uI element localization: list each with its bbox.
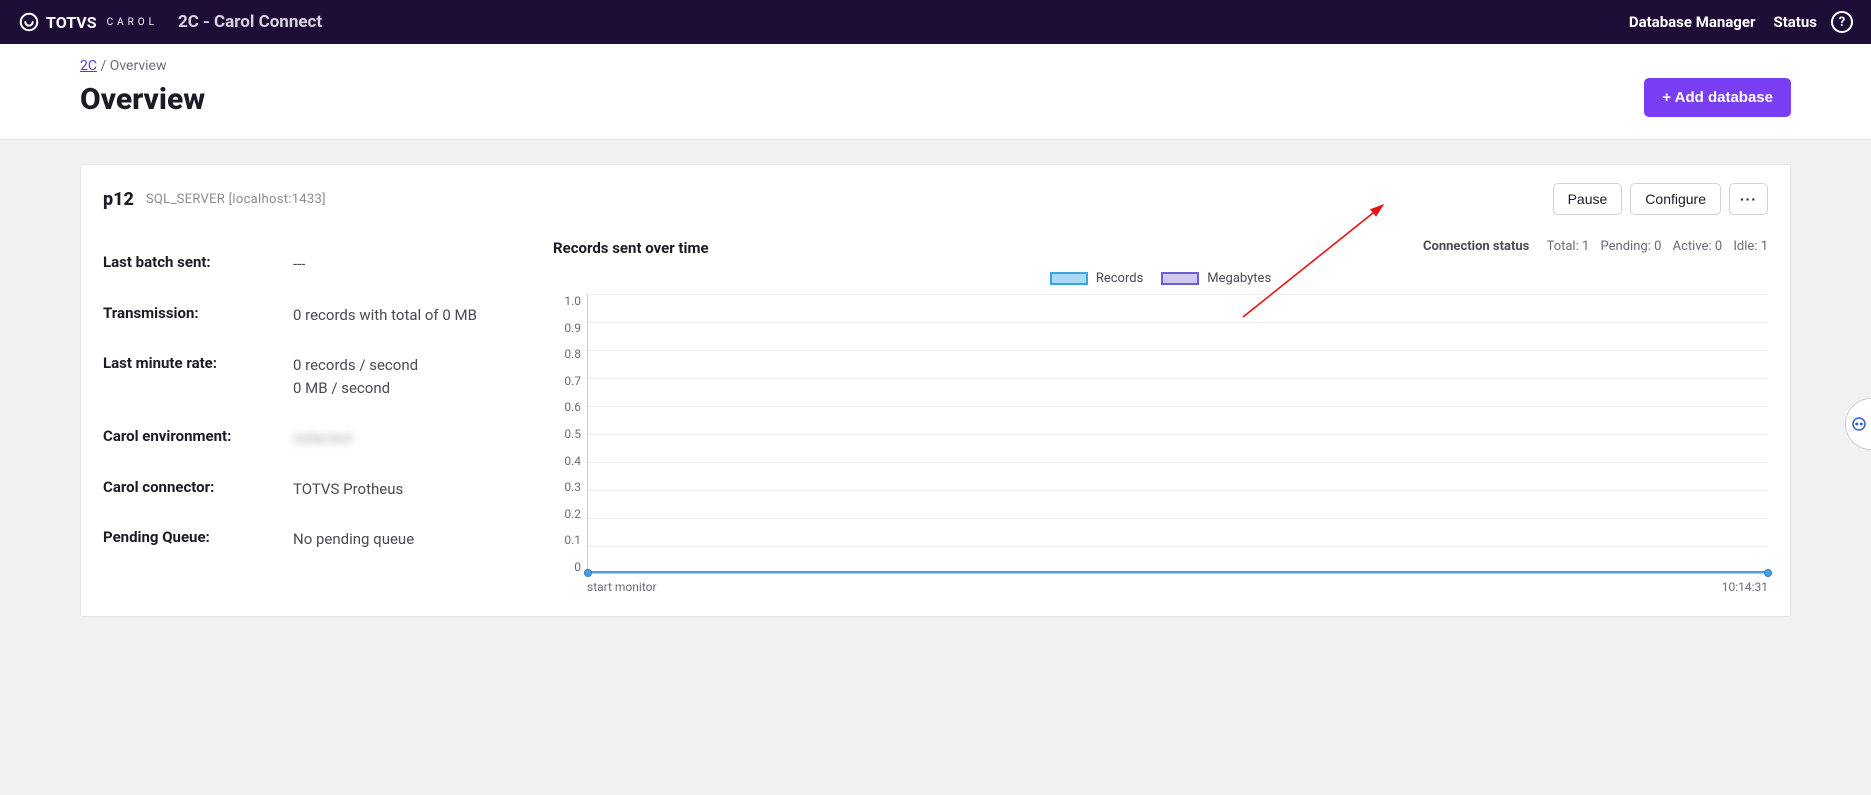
stat-value: TOTVS Protheus — [293, 478, 403, 501]
grid-line — [588, 462, 1768, 463]
y-tick: 0.1 — [553, 533, 581, 547]
x-tick-start: start monitor — [587, 580, 657, 594]
breadcrumb: 2C / Overview — [80, 58, 1791, 74]
point-start — [584, 569, 592, 577]
y-tick: 1.0 — [553, 294, 581, 308]
plot-wrap: 1.0 0.9 0.8 0.7 0.6 0.5 0.4 0.3 0.2 0.1 0 — [553, 294, 1768, 574]
page-title: Overview — [80, 82, 1791, 117]
nav-status[interactable]: Status — [1773, 13, 1817, 31]
y-axis: 1.0 0.9 0.8 0.7 0.6 0.5 0.4 0.3 0.2 0.1 0 — [553, 294, 587, 574]
y-tick: 0.5 — [553, 427, 581, 441]
point-end — [1764, 569, 1772, 577]
grid-line — [588, 322, 1768, 323]
stats-column: Last batch sent: --- Transmission: 0 rec… — [103, 239, 553, 594]
stat-value: No pending queue — [293, 528, 414, 551]
env-blurred-value: redacted — [293, 429, 352, 447]
conn-total: Total: 1 — [1547, 239, 1590, 254]
content-container: p12 SQL_SERVER [localhost:1433] Pause Co… — [0, 140, 1871, 657]
grid-line — [588, 490, 1768, 491]
conn-status-label: Connection status — [1423, 239, 1529, 254]
stat-last-batch: Last batch sent: --- — [103, 239, 533, 290]
line-records — [588, 571, 1768, 573]
y-tick: 0.2 — [553, 507, 581, 521]
app-title: 2C - Carol Connect — [178, 12, 322, 32]
more-actions-button[interactable]: ··· — [1729, 183, 1768, 215]
nav-database-manager[interactable]: Database Manager — [1629, 13, 1756, 31]
grid-line — [588, 406, 1768, 407]
brand-text: TOTVS — [46, 13, 97, 32]
stat-value-line2: 0 MB / second — [293, 377, 418, 400]
brand-logo[interactable]: TOTVS CAROL — [18, 11, 158, 33]
y-tick: 0.8 — [553, 347, 581, 361]
grid-line — [588, 518, 1768, 519]
stat-value: --- — [293, 253, 305, 276]
stat-label: Carol connector: — [103, 478, 293, 501]
legend-megabytes[interactable]: Megabytes — [1161, 271, 1271, 286]
stat-pending-queue: Pending Queue: No pending queue — [103, 514, 533, 565]
legend-records[interactable]: Records — [1050, 271, 1143, 286]
stat-carol-environment: Carol environment: redacted — [103, 413, 533, 464]
stat-label: Last batch sent: — [103, 253, 293, 276]
database-card: p12 SQL_SERVER [localhost:1433] Pause Co… — [80, 164, 1791, 617]
swatch-megabytes — [1161, 272, 1199, 285]
y-tick: 0.9 — [553, 321, 581, 335]
grid-line — [588, 546, 1768, 547]
y-tick: 0.7 — [553, 374, 581, 388]
y-tick: 0.6 — [553, 400, 581, 414]
connection-status: Connection status Total: 1 Pending: 0 Ac… — [1423, 239, 1768, 254]
brand-subtext: CAROL — [107, 17, 158, 28]
grid-line — [588, 350, 1768, 351]
database-meta: SQL_SERVER [localhost:1433] — [146, 192, 326, 207]
pause-button[interactable]: Pause — [1553, 183, 1623, 215]
database-type: SQL_SERVER — [146, 192, 225, 207]
chart-legend: Records Megabytes — [553, 271, 1768, 286]
chart-column: Records sent over time Connection status… — [553, 239, 1768, 594]
y-tick: 0.4 — [553, 454, 581, 468]
stat-value: 0 records / second 0 MB / second — [293, 354, 418, 399]
conn-idle: Idle: 1 — [1733, 239, 1768, 254]
database-name: p12 — [103, 189, 134, 210]
stat-carol-connector: Carol connector: TOTVS Protheus — [103, 464, 533, 515]
stat-value: redacted — [293, 427, 352, 450]
chart-title: Records sent over time — [553, 239, 709, 257]
stat-value: 0 records with total of 0 MB — [293, 304, 477, 327]
card-body: Last batch sent: --- Transmission: 0 rec… — [81, 231, 1790, 616]
add-database-button[interactable]: + Add database — [1644, 78, 1791, 117]
swatch-records — [1050, 272, 1088, 285]
y-tick: 0.3 — [553, 480, 581, 494]
stat-transmission: Transmission: 0 records with total of 0 … — [103, 290, 533, 341]
breadcrumb-sep: / — [97, 58, 110, 74]
chat-icon — [1850, 415, 1868, 433]
x-axis: start monitor 10:14:31 — [587, 580, 1768, 594]
topbar: TOTVS CAROL 2C - Carol Connect Database … — [0, 0, 1871, 44]
y-tick: 0 — [553, 560, 581, 574]
card-header: p12 SQL_SERVER [localhost:1433] Pause Co… — [81, 165, 1790, 231]
conn-active: Active: 0 — [1673, 239, 1723, 254]
stat-last-minute-rate: Last minute rate: 0 records / second 0 M… — [103, 340, 533, 413]
plot-area — [587, 294, 1768, 574]
conn-pending: Pending: 0 — [1601, 239, 1662, 254]
stat-value-line1: 0 records / second — [293, 354, 418, 377]
help-icon[interactable]: ? — [1831, 11, 1853, 33]
grid-line — [588, 294, 1768, 295]
stat-label: Transmission: — [103, 304, 293, 327]
chart-header: Records sent over time Connection status… — [553, 239, 1768, 257]
breadcrumb-root-link[interactable]: 2C — [80, 58, 97, 74]
stat-label: Carol environment: — [103, 427, 293, 450]
stat-label: Last minute rate: — [103, 354, 293, 399]
grid-line — [588, 434, 1768, 435]
database-host: [localhost:1433] — [229, 192, 326, 207]
stat-label: Pending Queue: — [103, 528, 293, 551]
x-tick-end: 10:14:31 — [1722, 580, 1768, 594]
configure-button[interactable]: Configure — [1630, 183, 1721, 215]
page-header: 2C / Overview Overview + Add database — [0, 44, 1871, 140]
breadcrumb-current: Overview — [110, 58, 167, 74]
totvs-logo-icon — [18, 11, 40, 33]
grid-line — [588, 378, 1768, 379]
